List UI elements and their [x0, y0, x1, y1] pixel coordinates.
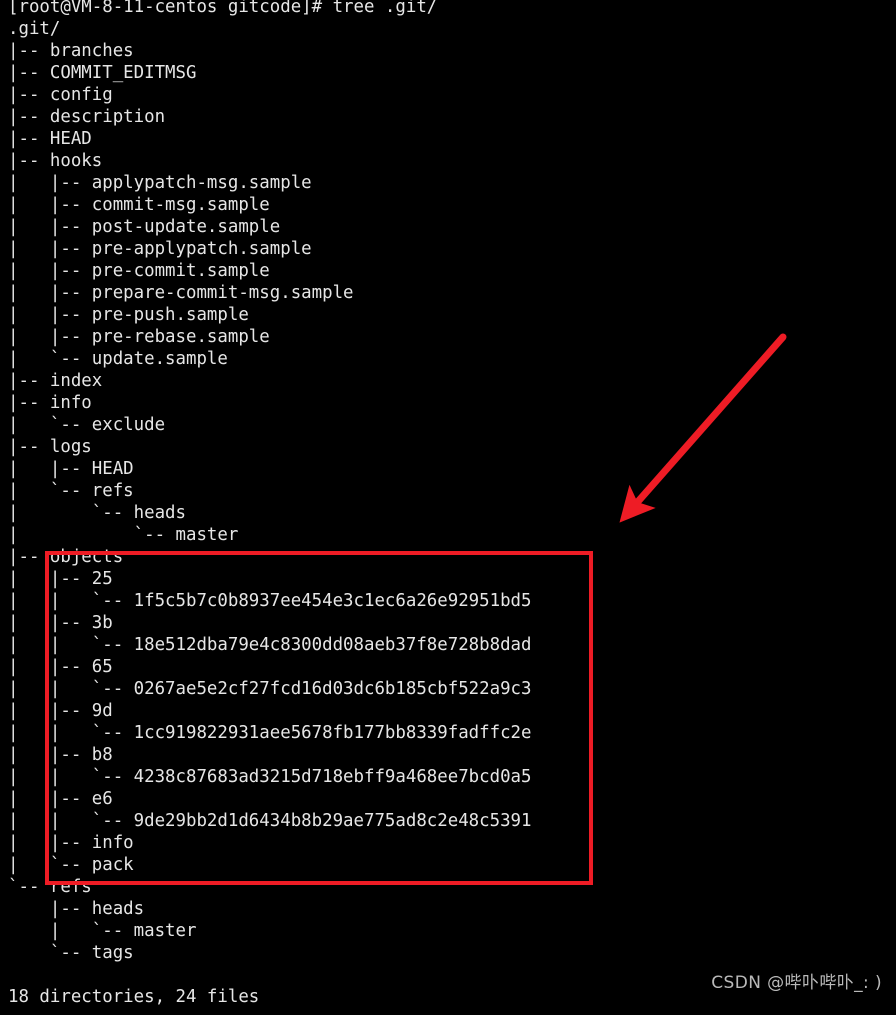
terminal-line: | |-- pre-rebase.sample [8, 327, 270, 347]
terminal-line: `-- refs [8, 877, 92, 897]
terminal-line: | |-- 3b [8, 613, 113, 633]
terminal-line: | |-- 65 [8, 657, 113, 677]
terminal-line: | |-- applypatch-msg.sample [8, 173, 312, 193]
terminal-line: | |-- pre-applypatch.sample [8, 239, 312, 259]
terminal-line: 18 directories, 24 files [8, 987, 260, 1007]
terminal-line: |-- logs [8, 437, 92, 457]
terminal-window[interactable]: [root@VM-8-11-centos gitcode]# tree .git… [0, 0, 896, 1015]
terminal-line: | |-- commit-msg.sample [8, 195, 270, 215]
terminal-line: | `-- update.sample [8, 349, 228, 369]
terminal-line: [root@VM-8-11-centos gitcode]# tree .git… [8, 0, 438, 17]
terminal-line: | |-- HEAD [8, 459, 134, 479]
terminal-line: | | `-- 18e512dba79e4c8300dd08aeb37f8e72… [8, 635, 532, 655]
terminal-line: |-- HEAD [8, 129, 92, 149]
terminal-line: | |-- 25 [8, 569, 113, 589]
terminal-line: | | `-- 4238c87683ad3215d718ebff9a468ee7… [8, 767, 532, 787]
terminal-line: |-- COMMIT_EDITMSG [8, 63, 197, 83]
terminal-line: | |-- info [8, 833, 134, 853]
terminal-line: |-- hooks [8, 151, 103, 171]
terminal-line: |-- objects [8, 547, 124, 567]
terminal-line: | |-- prepare-commit-msg.sample [8, 283, 354, 303]
terminal-line: | |-- b8 [8, 745, 113, 765]
terminal-line: |-- index [8, 371, 103, 391]
terminal-line: | |-- 9d [8, 701, 113, 721]
terminal-line: | | `-- 0267ae5e2cf27fcd16d03dc6b185cbf5… [8, 679, 532, 699]
terminal-line: | | `-- 9de29bb2d1d6434b8b29ae775ad8c2e4… [8, 811, 532, 831]
terminal-line: `-- tags [8, 943, 134, 963]
terminal-line: | `-- refs [8, 481, 134, 501]
terminal-line: | |-- e6 [8, 789, 113, 809]
terminal-line: | |-- pre-push.sample [8, 305, 249, 325]
terminal-line: | `-- pack [8, 855, 134, 875]
terminal-line: | `-- heads [8, 503, 186, 523]
terminal-line: | |-- pre-commit.sample [8, 261, 270, 281]
terminal-line: |-- info [8, 393, 92, 413]
terminal-line: |-- description [8, 107, 166, 127]
terminal-line: | `-- master [8, 921, 197, 941]
terminal-line: | | `-- 1cc919822931aee5678fb177bb8339fa… [8, 723, 532, 743]
terminal-line: | `-- master [8, 525, 239, 545]
terminal-line: | `-- exclude [8, 415, 166, 435]
terminal-line: | |-- post-update.sample [8, 217, 281, 237]
terminal-output: [root@VM-8-11-centos gitcode]# tree .git… [0, 0, 896, 1008]
terminal-line: |-- branches [8, 41, 134, 61]
terminal-line: |-- config [8, 85, 113, 105]
terminal-line: |-- heads [8, 899, 145, 919]
terminal-line: .git/ [8, 19, 61, 39]
terminal-line: | | `-- 1f5c5b7c0b8937ee454e3c1ec6a26e92… [8, 591, 532, 611]
